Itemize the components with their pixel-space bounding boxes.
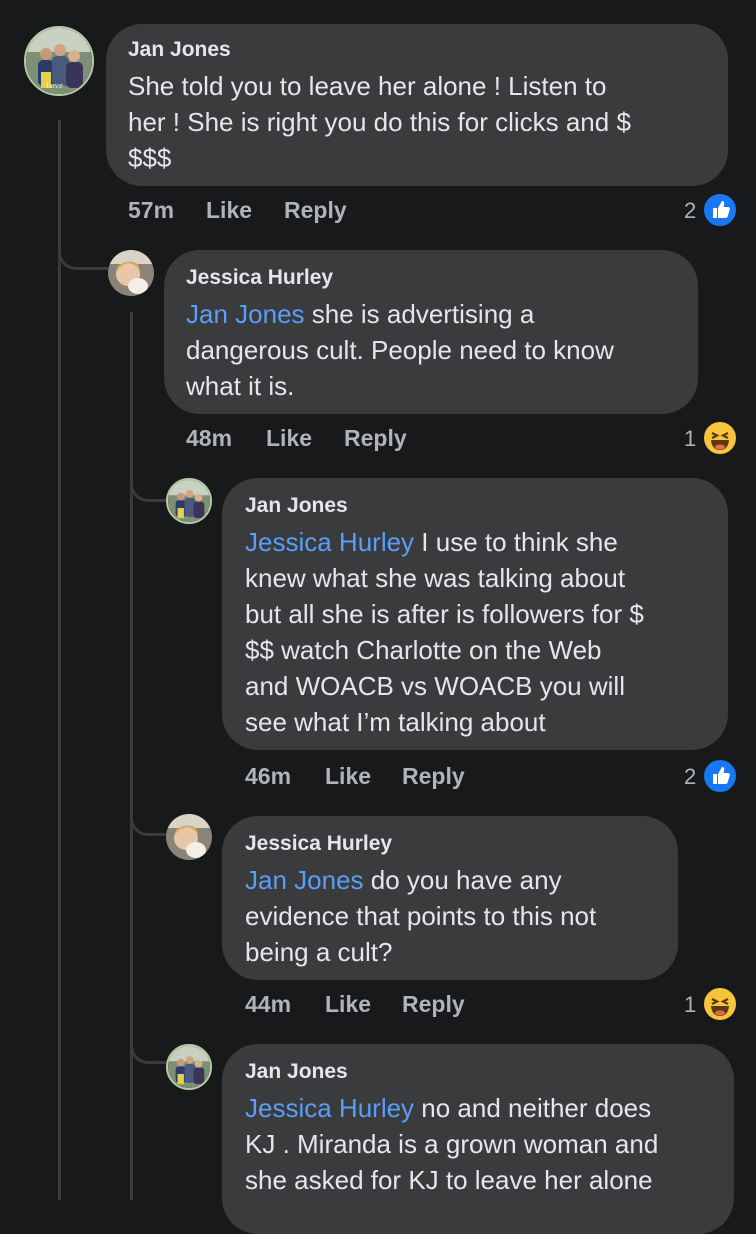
- reply-button[interactable]: Reply: [344, 425, 407, 452]
- comment-author[interactable]: Jan Jones: [245, 1060, 348, 1084]
- comment-timestamp: 44m: [245, 991, 292, 1017]
- comment-text-line: evidence that points to this not: [245, 901, 597, 931]
- avatar[interactable]: [166, 814, 212, 860]
- reply-button[interactable]: Reply: [402, 991, 465, 1018]
- comment-author[interactable]: Jessica Hurley: [245, 832, 392, 856]
- comment-timestamp: 57m: [128, 197, 175, 223]
- avatar[interactable]: [166, 1044, 212, 1090]
- comment-text-line: $$ watch Charlotte on the Web: [245, 635, 602, 665]
- mention-link[interactable]: Jessica Hurley: [245, 1093, 414, 1123]
- comment-timestamp: 46m: [245, 763, 292, 789]
- like-icon[interactable]: [702, 192, 738, 228]
- comment-text-line: She told you to leave her alone ! Listen…: [128, 71, 607, 101]
- reaction-count[interactable]: 1: [684, 992, 696, 1018]
- comment-text-line: Jessica Hurley I use to think she: [245, 524, 618, 560]
- haha-icon[interactable]: [702, 986, 738, 1022]
- comment-timestamp: 48m: [186, 425, 233, 451]
- mention-link[interactable]: Jan Jones: [186, 299, 305, 329]
- thread-line-sub: [130, 312, 133, 1200]
- comment-author[interactable]: Jessica Hurley: [186, 266, 333, 290]
- comment-text: do you have any: [363, 865, 562, 895]
- comment-text: I use to think she: [414, 527, 618, 557]
- reaction-count[interactable]: 2: [684, 198, 696, 224]
- like-button[interactable]: Like: [266, 425, 312, 452]
- avatar[interactable]: [166, 478, 212, 524]
- svg-text:Love: Love: [46, 82, 63, 90]
- haha-icon[interactable]: [702, 420, 738, 456]
- like-button[interactable]: Like: [325, 763, 371, 790]
- thread-line-main: [58, 120, 61, 1200]
- comment-text-line: what it is.: [186, 371, 295, 401]
- avatar[interactable]: Love: [24, 26, 94, 96]
- reaction-count[interactable]: 1: [684, 426, 696, 452]
- like-button[interactable]: Like: [206, 197, 252, 224]
- avatar[interactable]: [108, 250, 154, 296]
- comment-text-line: her ! She is right you do this for click…: [128, 107, 631, 137]
- reply-button[interactable]: Reply: [402, 763, 465, 790]
- comment-text-line: knew what she was talking about: [245, 563, 626, 593]
- like-button[interactable]: Like: [325, 991, 371, 1018]
- comment-text: no and neither does: [414, 1093, 652, 1123]
- comment-text-line: see what I’m talking about: [245, 707, 546, 737]
- comment-text-line: and WOACB vs WOACB you will: [245, 671, 625, 701]
- reaction-count[interactable]: 2: [684, 764, 696, 790]
- comment-text-line: KJ . Miranda is a grown woman and: [245, 1129, 659, 1159]
- comment-text-line: $$$: [128, 143, 172, 173]
- comment-text-line: Jessica Hurley no and neither does: [245, 1090, 651, 1126]
- comment-text-line: but all she is after is followers for $: [245, 599, 644, 629]
- comment-text-line: Jan Jones do you have any: [245, 862, 562, 898]
- thread-connector: [130, 804, 166, 836]
- comment-text-line: dangerous cult. People need to know: [186, 335, 614, 365]
- comment-author[interactable]: Jan Jones: [245, 494, 348, 518]
- thread-connector: [130, 1030, 166, 1064]
- comment-text-line: being a cult?: [245, 937, 393, 967]
- mention-link[interactable]: Jan Jones: [245, 865, 364, 895]
- comment-text-line: Jan Jones she is advertising a: [186, 296, 534, 332]
- mention-link[interactable]: Jessica Hurley: [245, 527, 414, 557]
- thread-connector: [130, 470, 166, 502]
- comment-author[interactable]: Jan Jones: [128, 38, 231, 62]
- comment-text-line: she asked for KJ to leave her alone: [245, 1165, 653, 1195]
- comment-text: she is advertising a: [304, 299, 535, 329]
- thread-connector: [58, 236, 108, 270]
- like-icon[interactable]: [702, 758, 738, 794]
- reply-button[interactable]: Reply: [284, 197, 347, 224]
